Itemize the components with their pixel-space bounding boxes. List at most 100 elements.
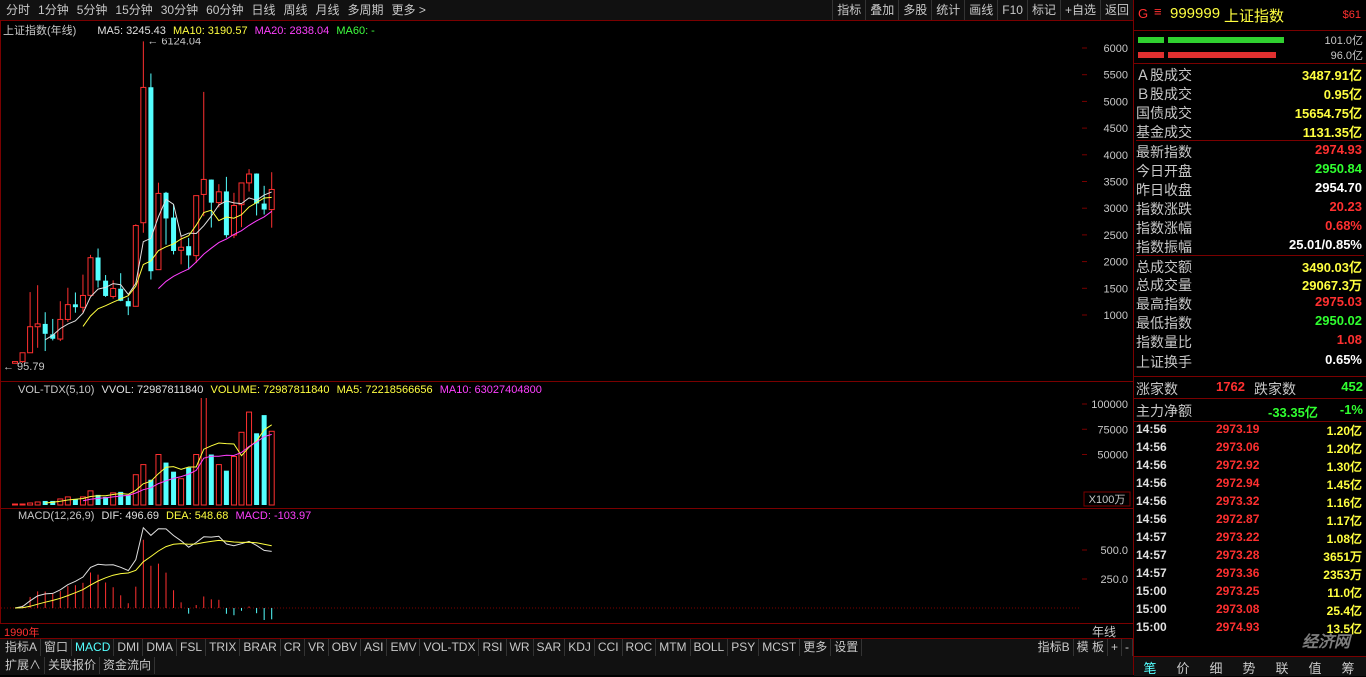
indicator-tab-3[interactable]: DMI xyxy=(114,639,144,656)
indicator-tab-20[interactable]: MTM xyxy=(656,639,691,656)
tick-price: 2973.06 xyxy=(1216,440,1260,454)
indicator-tab-6[interactable]: TRIX xyxy=(206,639,241,656)
menu-icon[interactable]: ≡ xyxy=(1154,4,1162,19)
quote-row-value: 29067.3万 xyxy=(1302,278,1362,294)
indicator-tab-23[interactable]: MCST xyxy=(759,639,801,656)
indicator-tab-4[interactable]: DMA xyxy=(143,639,178,656)
indicator-tab-14[interactable]: RSI xyxy=(479,639,507,656)
tool-button-7[interactable]: +自选 xyxy=(1059,0,1100,20)
tool-button-8[interactable]: 返回 xyxy=(1099,0,1133,20)
period-tab-6[interactable]: 日线 xyxy=(247,0,279,20)
template-tab-1[interactable]: 模 板 xyxy=(1074,639,1108,656)
period-tab-9[interactable]: 多周期 xyxy=(344,0,388,20)
quote-row-value: 20.23 xyxy=(1329,198,1362,214)
status-tab-1[interactable]: 关联报价 xyxy=(45,657,101,674)
tick-price: 2972.87 xyxy=(1216,512,1260,526)
indicator-tab-17[interactable]: KDJ xyxy=(565,639,595,656)
period-label: 年线 xyxy=(1092,625,1117,639)
indicator-tab-11[interactable]: ASI xyxy=(361,639,388,656)
candle-body xyxy=(95,257,101,281)
quote-tab-0[interactable]: 笔 xyxy=(1136,658,1164,677)
quote-tab-1[interactable]: 价 xyxy=(1169,658,1197,677)
quote-tab-2[interactable]: 细 xyxy=(1202,658,1230,677)
tool-button-2[interactable]: 多股 xyxy=(898,0,931,20)
quote-tab-5[interactable]: 值 xyxy=(1301,658,1329,677)
candle-body xyxy=(261,203,267,210)
volume-bar xyxy=(12,503,18,506)
indicator-tab-7[interactable]: BRAR xyxy=(240,639,281,656)
net-pct: -1% xyxy=(1339,402,1363,417)
indicator-tab-8[interactable]: CR xyxy=(281,639,306,656)
indicator-tab-15[interactable]: WR xyxy=(507,639,534,656)
tick-price: 2972.92 xyxy=(1216,458,1260,472)
y-tick-label: 3000 xyxy=(1104,203,1128,215)
macd-chart[interactable] xyxy=(1,523,1081,621)
quote-row: 指数量比 1.08 xyxy=(1136,331,1364,350)
indicator-tab-22[interactable]: PSY xyxy=(728,639,760,656)
volume-bar xyxy=(171,471,177,505)
indicator-tab-12[interactable]: EMV xyxy=(387,639,421,656)
tool-button-0[interactable]: 指标 xyxy=(832,0,865,20)
template-tab-0[interactable]: 指标B xyxy=(1035,639,1074,656)
up-label: 涨家数 xyxy=(1136,381,1178,397)
template-tab-3[interactable]: - xyxy=(1122,639,1133,656)
status-tab-2[interactable]: 资金流向 xyxy=(100,657,156,674)
volume-label: VOLUME: 72987811840 xyxy=(210,384,330,396)
ma60-label: MA60: - xyxy=(336,25,375,37)
volume-bar xyxy=(27,502,34,506)
indicator-tab-21[interactable]: BOLL xyxy=(691,639,729,656)
status-tab-0[interactable]: 扩展∧ xyxy=(2,657,46,674)
quote-tab-3[interactable]: 势 xyxy=(1235,658,1263,677)
net-value: -33.35亿 xyxy=(1268,405,1318,420)
period-tab-4[interactable]: 30分钟 xyxy=(157,0,202,20)
tool-button-5[interactable]: F10 xyxy=(997,0,1027,20)
volume-chart[interactable] xyxy=(1,398,1081,506)
candle-body xyxy=(223,191,229,236)
volume-bar xyxy=(230,456,237,506)
y-tick-label: 6000 xyxy=(1104,43,1128,55)
indicator-tab-25[interactable]: 设置 xyxy=(831,639,863,656)
period-tab-10[interactable]: 更多 > xyxy=(388,0,430,20)
quote-tab-6[interactable]: 筹 xyxy=(1334,658,1362,677)
indicator-tab-18[interactable]: CCI xyxy=(595,639,623,656)
indicator-tab-2[interactable]: MACD xyxy=(72,639,115,656)
indicator-tab-24[interactable]: 更多 xyxy=(800,639,832,656)
period-tab-7[interactable]: 周线 xyxy=(279,0,311,20)
tick-row: 14:56 2973.19 1.20亿 xyxy=(1136,422,1364,440)
tick-price: 2973.22 xyxy=(1216,530,1260,544)
indicator-tab-5[interactable]: FSL xyxy=(177,639,207,656)
period-tab-2[interactable]: 5分钟 xyxy=(73,0,112,20)
period-tab-8[interactable]: 月线 xyxy=(312,0,344,20)
tool-button-3[interactable]: 统计 xyxy=(931,0,964,20)
template-tab-2[interactable]: + xyxy=(1108,639,1122,656)
quote-tab-4[interactable]: 联 xyxy=(1268,658,1296,677)
period-tab-5[interactable]: 60分钟 xyxy=(202,0,247,20)
quote-row: Ｂ股成交 0.95亿 xyxy=(1136,83,1364,102)
tick-time: 14:56 xyxy=(1136,422,1167,436)
indicator-tab-1[interactable]: 窗口 xyxy=(41,639,73,656)
tick-list[interactable]: 14:56 2973.19 1.20亿 14:56 2973.06 1.20亿 14:56 2… xyxy=(1134,422,1366,656)
indicator-tab-13[interactable]: VOL-TDX xyxy=(420,639,480,656)
down-label: 跌家数 xyxy=(1254,381,1296,397)
indicator-tab-9[interactable]: VR xyxy=(305,639,329,656)
period-tab-0[interactable]: 分时 xyxy=(2,0,34,20)
vvol-label: VVOL: 72987811840 xyxy=(101,384,204,396)
candle-body xyxy=(163,192,169,219)
volume-bars: 101.0亿 96.0亿 xyxy=(1134,31,1366,64)
quote-row-value: 0.65% xyxy=(1325,351,1362,367)
volume-bar xyxy=(87,490,94,506)
quote-row-label: 昨日收盘 xyxy=(1136,181,1192,198)
kline-chart[interactable]: ← 6124.04 ← 95.79 xyxy=(1,38,1081,380)
indicator-tab-10[interactable]: OBV xyxy=(329,639,362,656)
period-tab-1[interactable]: 1分钟 xyxy=(34,0,73,20)
period-tab-3[interactable]: 15分钟 xyxy=(111,0,156,20)
indicator-tab-16[interactable]: SAR xyxy=(534,639,566,656)
tool-button-1[interactable]: 叠加 xyxy=(865,0,898,20)
indicator-tab-19[interactable]: ROC xyxy=(623,639,657,656)
tick-volume: 25.4亿 xyxy=(1326,604,1362,618)
tool-button-6[interactable]: 标记 xyxy=(1026,0,1060,20)
indicator-tab-0[interactable]: 指标A xyxy=(2,639,42,656)
kline-y-axis: 6000 5500 5000 4500 4000 3500 3000 2500 2000 1500… xyxy=(1082,43,1128,322)
tool-button-4[interactable]: 画线 xyxy=(964,0,997,20)
candle-body xyxy=(178,246,185,251)
